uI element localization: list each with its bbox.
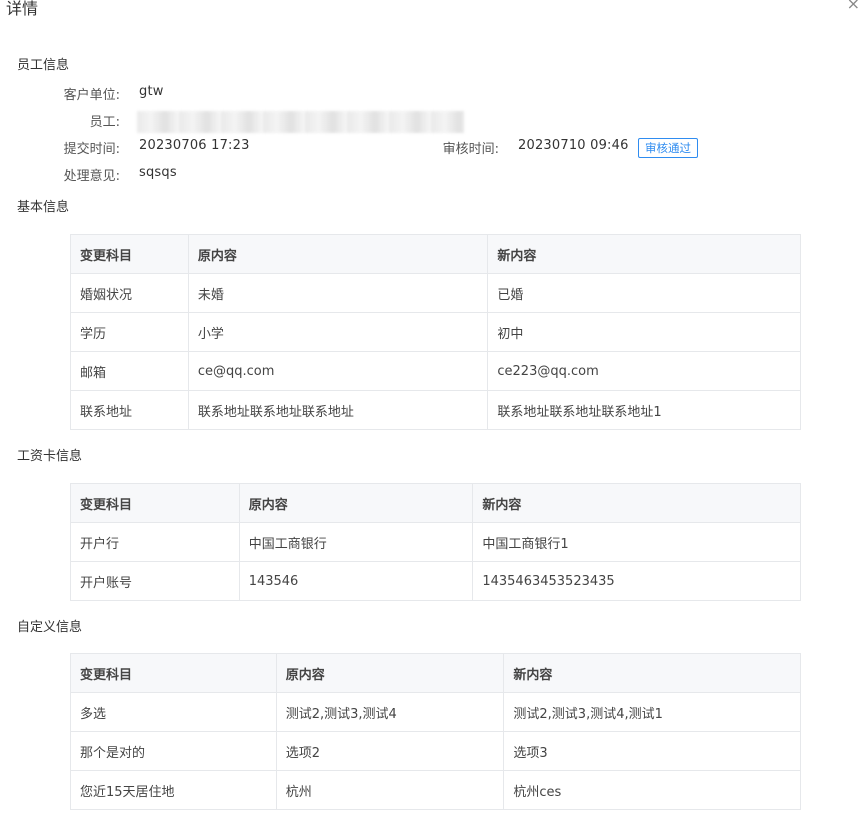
table-cell: 小学 — [187, 312, 489, 352]
table-cell: 杭州 — [275, 770, 505, 810]
review-time-label: 审核时间: — [442, 142, 499, 157]
column-header: 原内容 — [275, 653, 505, 693]
table-cell: 联系地址 — [70, 390, 189, 430]
client-label: 客户单位: — [63, 88, 120, 103]
table-cell: 多选 — [70, 692, 277, 732]
table-cell: 测试2,测试3,测试4,测试1 — [503, 692, 801, 732]
table-cell: ce@qq.com — [187, 351, 489, 391]
table-row: 联系地址 联系地址联系地址联系地址 联系地址联系地址联系地址1 — [70, 390, 801, 430]
column-header: 变更科目 — [70, 483, 240, 523]
table-cell: 测试2,测试3,测试4 — [275, 692, 505, 732]
salary-info-table: 变更科目 原内容 新内容 开户行 中国工商银行 中国工商银行1 开户账号 143… — [70, 483, 801, 601]
status-badge: 审核通过 — [638, 138, 698, 158]
table-row: 开户行 中国工商银行 中国工商银行1 — [70, 522, 801, 562]
table-cell: 未婚 — [187, 273, 489, 313]
column-header: 变更科目 — [70, 653, 277, 693]
dialog-title: 详情 — [6, 0, 39, 18]
table-row: 婚姻状况 未婚 已婚 — [70, 273, 801, 313]
section-title-basic: 基本信息 — [17, 200, 70, 215]
table-row: 学历 小学 初中 — [70, 312, 801, 352]
table-row: 开户账号 143546 1435463453523435 — [70, 561, 801, 601]
table-cell: 中国工商银行1 — [472, 522, 801, 562]
client-value: gtw — [139, 84, 164, 99]
employee-label: 员工: — [89, 115, 120, 130]
table-cell: 联系地址联系地址联系地址1 — [487, 390, 801, 430]
section-title-employee: 员工信息 — [17, 58, 70, 73]
submit-time-label: 提交时间: — [63, 142, 120, 157]
table-cell: 开户账号 — [70, 561, 240, 601]
table-row: 那个是对的 选项2 选项3 — [70, 731, 801, 771]
table-cell: 婚姻状况 — [70, 273, 189, 313]
employee-value-redacted — [137, 111, 464, 133]
table-cell: ce223@qq.com — [487, 351, 801, 391]
table-row: 邮箱 ce@qq.com ce223@qq.com — [70, 351, 801, 391]
section-title-custom: 自定义信息 — [17, 620, 83, 635]
table-row: 您近15天居住地 杭州 杭州ces — [70, 770, 801, 810]
table-cell: 1435463453523435 — [472, 561, 801, 601]
table-cell: 那个是对的 — [70, 731, 277, 771]
table-cell: 初中 — [487, 312, 801, 352]
table-cell: 已婚 — [487, 273, 801, 313]
table-cell: 143546 — [238, 561, 474, 601]
table-header-row: 变更科目 原内容 新内容 — [70, 483, 801, 523]
table-header-row: 变更科目 原内容 新内容 — [70, 234, 801, 274]
review-time-value: 20230710 09:46 — [518, 138, 629, 153]
column-header: 新内容 — [503, 653, 801, 693]
table-cell: 杭州ces — [503, 770, 801, 810]
table-cell: 选项2 — [275, 731, 505, 771]
basic-info-table: 变更科目 原内容 新内容 婚姻状况 未婚 已婚 学历 小学 初中 邮箱 ce@q… — [70, 234, 801, 430]
opinion-label: 处理意见: — [63, 169, 120, 184]
column-header: 原内容 — [238, 483, 474, 523]
column-header: 新内容 — [472, 483, 801, 523]
table-cell: 联系地址联系地址联系地址 — [187, 390, 489, 430]
close-icon[interactable]: × — [847, 0, 860, 13]
column-header: 变更科目 — [70, 234, 189, 274]
column-header: 原内容 — [187, 234, 489, 274]
table-row: 多选 测试2,测试3,测试4 测试2,测试3,测试4,测试1 — [70, 692, 801, 732]
table-cell: 中国工商银行 — [238, 522, 474, 562]
table-cell: 您近15天居住地 — [70, 770, 277, 810]
column-header: 新内容 — [487, 234, 801, 274]
table-cell: 邮箱 — [70, 351, 189, 391]
custom-info-table: 变更科目 原内容 新内容 多选 测试2,测试3,测试4 测试2,测试3,测试4,… — [70, 653, 801, 810]
table-cell: 选项3 — [503, 731, 801, 771]
opinion-value: sqsqs — [139, 165, 177, 180]
table-cell: 学历 — [70, 312, 189, 352]
table-cell: 开户行 — [70, 522, 240, 562]
section-title-salary: 工资卡信息 — [17, 449, 83, 464]
table-header-row: 变更科目 原内容 新内容 — [70, 653, 801, 693]
submit-time-value: 20230706 17:23 — [139, 138, 250, 153]
